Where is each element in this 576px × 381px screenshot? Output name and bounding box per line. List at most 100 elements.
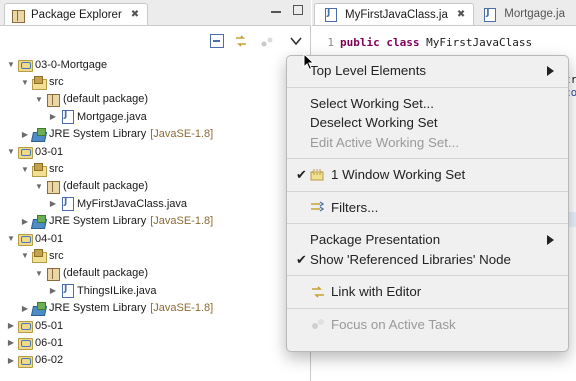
submenu-arrow-icon <box>547 66 554 76</box>
source-folder-icon <box>32 75 47 90</box>
view-menu-chevron-icon[interactable] <box>289 34 303 48</box>
tree-item[interactable]: ▼ 03-0-Mortgage <box>0 56 311 73</box>
minimize-button[interactable] <box>271 11 281 13</box>
expanded-arrow-icon[interactable]: ▼ <box>20 77 30 87</box>
tree-item[interactable]: ▶ MyFirstJavaClass.java <box>0 195 311 212</box>
tree-item[interactable]: ▶ 06-02 <box>0 352 311 369</box>
package-icon <box>46 180 60 194</box>
view-dropdown-menu: Top Level Elements Select Working Set... D… <box>286 55 569 352</box>
close-tab-icon[interactable]: ✖ <box>457 9 465 20</box>
expanded-arrow-icon[interactable]: ▼ <box>6 60 16 70</box>
tree-item[interactable]: ▶ Mortgage.java <box>0 108 311 125</box>
editor-tab-label: MyFirstJavaClass.ja <box>345 8 448 21</box>
collapsed-arrow-icon[interactable]: ▶ <box>48 286 58 296</box>
tree-item[interactable]: ▼ src <box>0 160 311 177</box>
tree-item-label: src <box>49 249 64 262</box>
class-name: MyFirstJavaClass <box>426 36 533 49</box>
project-folder-icon <box>18 336 33 351</box>
java-file-icon <box>60 197 74 212</box>
menu-separator <box>287 275 568 276</box>
tree-item[interactable]: ▶ JRE System Library [JavaSE-1.8] <box>0 299 311 316</box>
library-version-label: [JavaSE-1.8] <box>150 128 214 141</box>
menu-separator <box>287 158 568 159</box>
collapse-all-icon[interactable] <box>210 34 224 48</box>
collapsed-arrow-icon[interactable]: ▶ <box>48 199 58 209</box>
tree-item-label: 06-01 <box>35 336 64 349</box>
project-folder-icon <box>18 58 33 73</box>
tree-item-label: 06-02 <box>35 354 64 367</box>
collapsed-arrow-icon[interactable]: ▶ <box>6 321 16 331</box>
tree-item[interactable]: ▶ 05-01 <box>0 317 311 334</box>
tree-item[interactable]: ▼ 03-01 <box>0 143 311 160</box>
editor-tab-mortgage[interactable]: Mortgage.ja <box>474 3 573 25</box>
tree-item[interactable]: ▼ (default package) <box>0 265 311 282</box>
package-explorer-tab[interactable]: Package Explorer ✖ <box>4 3 149 25</box>
collapsed-arrow-icon[interactable]: ▶ <box>20 216 30 226</box>
submenu-arrow-icon <box>547 235 554 245</box>
expanded-arrow-icon[interactable]: ▼ <box>34 181 44 191</box>
expanded-arrow-icon[interactable]: ▼ <box>20 251 30 261</box>
package-explorer-icon <box>11 9 25 23</box>
collapsed-arrow-icon[interactable]: ▶ <box>48 112 58 122</box>
menu-item-filters[interactable]: Filters... <box>287 198 568 218</box>
link-with-editor-icon[interactable] <box>234 34 248 48</box>
menu-item-deselect-working-set[interactable]: Deselect Working Set <box>287 113 568 133</box>
focus-task-icon <box>310 317 326 331</box>
project-folder-icon <box>18 232 33 247</box>
menu-item-top-level-elements[interactable]: Top Level Elements <box>287 61 568 81</box>
menu-item-show-referenced-libraries-node[interactable]: ✔ Show 'Referenced Libraries' Node <box>287 250 568 270</box>
tree-item-label: 05-01 <box>35 319 64 332</box>
menu-item-edit-active-working-set: Edit Active Working Set... <box>287 133 568 153</box>
menu-item-package-presentation[interactable]: Package Presentation <box>287 230 568 250</box>
jre-library-icon <box>32 127 46 141</box>
java-file-icon <box>482 7 497 22</box>
project-folder-icon <box>18 319 33 334</box>
working-set-icon <box>310 168 326 182</box>
menu-item-label: Edit Active Working Set... <box>310 134 460 150</box>
package-icon <box>46 93 60 107</box>
expanded-arrow-icon[interactable]: ▼ <box>34 94 44 104</box>
menu-separator <box>287 190 568 192</box>
project-folder-icon <box>18 354 33 368</box>
library-version-label: [JavaSE-1.8] <box>150 302 214 315</box>
tree-item[interactable]: ▶ 06-01 <box>0 334 311 351</box>
expanded-arrow-icon[interactable]: ▼ <box>6 234 16 244</box>
menu-item-select-working-set[interactable]: Select Working Set... <box>287 94 568 114</box>
tree-item-label: JRE System Library <box>49 215 147 228</box>
tree-item-label: 03-0-Mortgage <box>35 58 108 71</box>
tree-item-label: 04-01 <box>35 232 64 245</box>
jre-library-icon <box>32 214 46 228</box>
collapsed-arrow-icon[interactable]: ▶ <box>6 338 16 348</box>
java-file-icon <box>60 284 74 299</box>
tree-item[interactable]: ▼ 04-01 <box>0 230 311 247</box>
package-explorer-view: Package Explorer ✖ ▼ 03-0-Mortgage ▼ src ▼ (d… <box>0 0 311 381</box>
expanded-arrow-icon[interactable]: ▼ <box>20 164 30 174</box>
tree-item[interactable]: ▶ ThingsILike.java <box>0 282 311 299</box>
collapsed-arrow-icon[interactable]: ▶ <box>20 303 30 313</box>
tree-item[interactable]: ▼ src <box>0 73 311 90</box>
project-tree: ▼ 03-0-Mortgage ▼ src ▼ (default package) ▶ Mor… <box>0 56 311 369</box>
collapsed-arrow-icon[interactable]: ▶ <box>20 129 30 139</box>
maximize-button[interactable] <box>293 5 303 15</box>
menu-item-label: Top Level Elements <box>310 63 427 79</box>
tree-item-label: JRE System Library <box>49 128 147 141</box>
tree-item[interactable]: ▼ src <box>0 247 311 264</box>
close-view-icon[interactable]: ✖ <box>131 9 139 20</box>
menu-item-1-window-working-set[interactable]: ✔ 1 Window Working Set <box>287 165 568 185</box>
code-text[interactable]: 1 public class MyFirstJavaClass <box>312 36 576 49</box>
collapsed-arrow-icon[interactable]: ▶ <box>6 355 16 365</box>
focus-on-task-icon[interactable] <box>260 34 274 48</box>
menu-item-link-with-editor[interactable]: Link with Editor <box>287 282 568 302</box>
tree-item[interactable]: ▼ (default package) <box>0 91 311 108</box>
menu-item-focus-on-active-task: Focus on Active Task <box>287 315 568 335</box>
expanded-arrow-icon[interactable]: ▼ <box>6 147 16 157</box>
checkmark-icon: ✔ <box>296 251 307 267</box>
library-version-label: [JavaSE-1.8] <box>150 215 214 228</box>
editor-tab-myfirstjavaclass[interactable]: MyFirstJavaClass.ja ✖ <box>314 3 475 25</box>
tree-item[interactable]: ▼ (default package) <box>0 178 311 195</box>
expanded-arrow-icon[interactable]: ▼ <box>34 268 44 278</box>
tree-item[interactable]: ▶ JRE System Library [JavaSE-1.8] <box>0 126 311 143</box>
java-file-icon <box>60 110 74 125</box>
tree-item[interactable]: ▶ JRE System Library [JavaSE-1.8] <box>0 213 311 230</box>
checkmark-icon: ✔ <box>296 167 307 182</box>
